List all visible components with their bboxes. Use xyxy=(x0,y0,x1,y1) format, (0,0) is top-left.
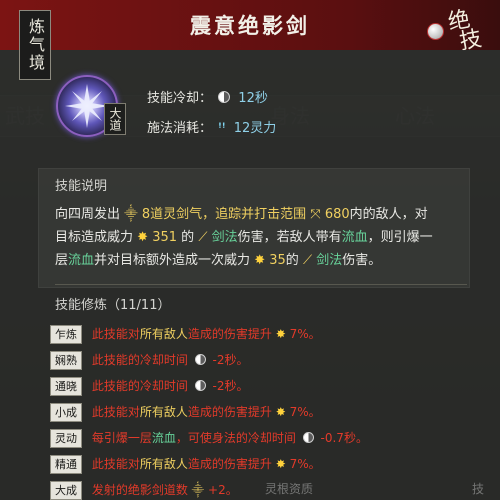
desc-fragment: 伤害，若敌人带有 xyxy=(237,230,342,245)
cultivation-tag: 灵动 xyxy=(50,429,82,448)
background-footer-label: 灵根资质 xyxy=(265,482,314,496)
cultivation-tag: 小成 xyxy=(50,403,82,422)
cultivation-tag: 大成 xyxy=(50,481,82,500)
desc-fragment: 并对目标额外造成一次威力 xyxy=(94,253,251,268)
cultivation-row: 大成 发射的绝影剑道数 ⸎ +2。 xyxy=(50,481,238,500)
cultivation-row: 小成 此技能对所有敌人造成的伤害提升 ✸ 7%。 xyxy=(50,403,321,422)
cultivation-text: 造成的伤害提升 xyxy=(187,405,272,419)
cultivation-highlight: 所有敌人 xyxy=(139,405,188,419)
skill-title: 震意绝影剑 xyxy=(190,13,310,38)
cultivation-value: -2秒。 xyxy=(212,379,249,393)
cultivation-row: 精通 此技能对所有敌人造成的伤害提升 ✸ 7%。 xyxy=(50,455,321,474)
clock-icon xyxy=(194,380,206,391)
cultivation-text: 造成的伤害提升 xyxy=(187,457,272,471)
cultivation-highlight: 所有敌人 xyxy=(139,457,188,471)
desc-power-1: 351 xyxy=(152,230,178,245)
sword-icon: ⟋ xyxy=(198,230,208,245)
type-badge-icon xyxy=(427,23,444,40)
cultivation-tag: 通晓 xyxy=(50,377,82,396)
cultivation-value: +2。 xyxy=(208,483,238,497)
background-footer-label-2: 技 xyxy=(472,482,485,496)
cultivation-row: 娴熟 此技能的冷却时间 -2秒。 xyxy=(50,351,249,370)
description-line-3: 层流血并对目标额外造成一次威力 ✸ 35的 ⟋ 剑法伤害。 xyxy=(55,249,473,272)
cultivation-text: 每引爆一层 xyxy=(91,431,152,445)
desc-damage-type-1: 剑法 xyxy=(211,230,238,245)
cultivation-text: ，可使身法的冷却时间 xyxy=(175,431,296,445)
cooldown-label: 技能冷却： xyxy=(147,91,213,106)
description-line-2: 目标造成威力 ✸ 351 的 ⟋ 剑法伤害，若敌人带有流血，则引爆一 xyxy=(55,226,473,249)
cultivation-highlight: 所有敌人 xyxy=(139,327,188,341)
cost-value: 12灵力 xyxy=(233,121,277,136)
desc-range: 680 xyxy=(324,207,350,222)
range-icon: ⤧ xyxy=(310,207,321,222)
desc-fragment: 内的敌人，对 xyxy=(349,207,428,222)
spirit-power-icon: ꜝꜝ xyxy=(218,121,226,136)
cooldown-value: 12秒 xyxy=(238,91,268,106)
desc-fragment: 层 xyxy=(55,253,69,268)
desc-fragment: 伤害。 xyxy=(342,253,382,268)
cultivation-value: -0.7秒。 xyxy=(320,431,368,445)
cultivation-value: 7%。 xyxy=(289,405,321,419)
power-icon: ✸ xyxy=(275,327,286,341)
power-icon: ✸ xyxy=(275,405,286,419)
cultivation-text: 造成的伤害提升 xyxy=(187,327,272,341)
cultivation-tag: 乍炼 xyxy=(50,325,82,344)
sword-qi-icon: ⸎ xyxy=(191,483,205,497)
cultivation-text: 此技能的冷却时间 xyxy=(91,379,188,393)
cultivation-text: 此技能对 xyxy=(91,405,140,419)
cultivation-text: 此技能对 xyxy=(91,457,140,471)
cultivation-row: 通晓 此技能的冷却时间 -2秒。 xyxy=(50,377,249,396)
cultivation-tag: 精通 xyxy=(50,455,82,474)
section-divider xyxy=(55,284,467,285)
cultivation-row: 乍炼 此技能对所有敌人造成的伤害提升 ✸ 7%。 xyxy=(50,325,321,344)
cultivation-row: 灵动 每引爆一层流血，可使身法的冷却时间 -0.7秒。 xyxy=(50,429,368,448)
cost-label: 施法消耗： xyxy=(147,121,213,136)
desc-fragment: 的 xyxy=(285,253,299,268)
description-line-1: 向四周发出 ⸎ 8道灵剑气，追踪并打击范围 ⤧ 680内的敌人，对 xyxy=(55,203,473,226)
cultivation-value: 7%。 xyxy=(289,457,321,471)
desc-fragment: 向四周发出 xyxy=(55,207,121,222)
desc-bleed-2: 流血 xyxy=(68,253,95,268)
cooldown-line: 技能冷却： 12秒 xyxy=(147,87,268,106)
description-text: 向四周发出 ⸎ 8道灵剑气，追踪并打击范围 ⤧ 680内的敌人，对 目标造成威力… xyxy=(55,203,473,272)
power-icon: ✸ xyxy=(137,230,149,245)
cultivation-value: 7%。 xyxy=(289,327,321,341)
description-title: 技能说明 xyxy=(55,179,108,194)
desc-damage-type-2: 剑法 xyxy=(316,253,343,268)
desc-fragment: 目标造成威力 xyxy=(55,230,134,245)
cultivation-highlight: 流血 xyxy=(151,431,176,445)
desc-power-2: 35 xyxy=(269,253,286,268)
desc-fragment: 的 xyxy=(181,230,195,245)
desc-fragment: ，则引爆一 xyxy=(367,230,433,245)
clock-icon xyxy=(302,432,314,443)
sword-qi-icon: ⸎ xyxy=(124,207,138,222)
cultivation-text: 发射的绝影剑道数 xyxy=(91,483,188,497)
desc-qi-count: 8道灵剑气，追踪并打击范围 xyxy=(141,207,307,222)
cultivation-text: 此技能的冷却时间 xyxy=(91,353,188,367)
realm-badge: 炼气境 xyxy=(19,10,51,80)
cultivation-tag: 娴熟 xyxy=(50,351,82,370)
sword-icon: ⟋ xyxy=(302,253,313,268)
power-icon: ✸ xyxy=(275,457,286,471)
cultivation-text: 此技能对 xyxy=(91,327,140,341)
clock-icon xyxy=(218,91,231,103)
clock-icon xyxy=(194,354,206,365)
cultivation-value: -2秒。 xyxy=(212,353,249,367)
cultivation-title: 技能修炼（11/11） xyxy=(55,298,171,313)
cost-line: 施法消耗： ꜝꜝ 12灵力 xyxy=(147,117,276,136)
power-icon: ✸ xyxy=(254,253,266,268)
desc-bleed-1: 流血 xyxy=(341,230,368,245)
grade-tag: 大道 xyxy=(104,103,126,135)
